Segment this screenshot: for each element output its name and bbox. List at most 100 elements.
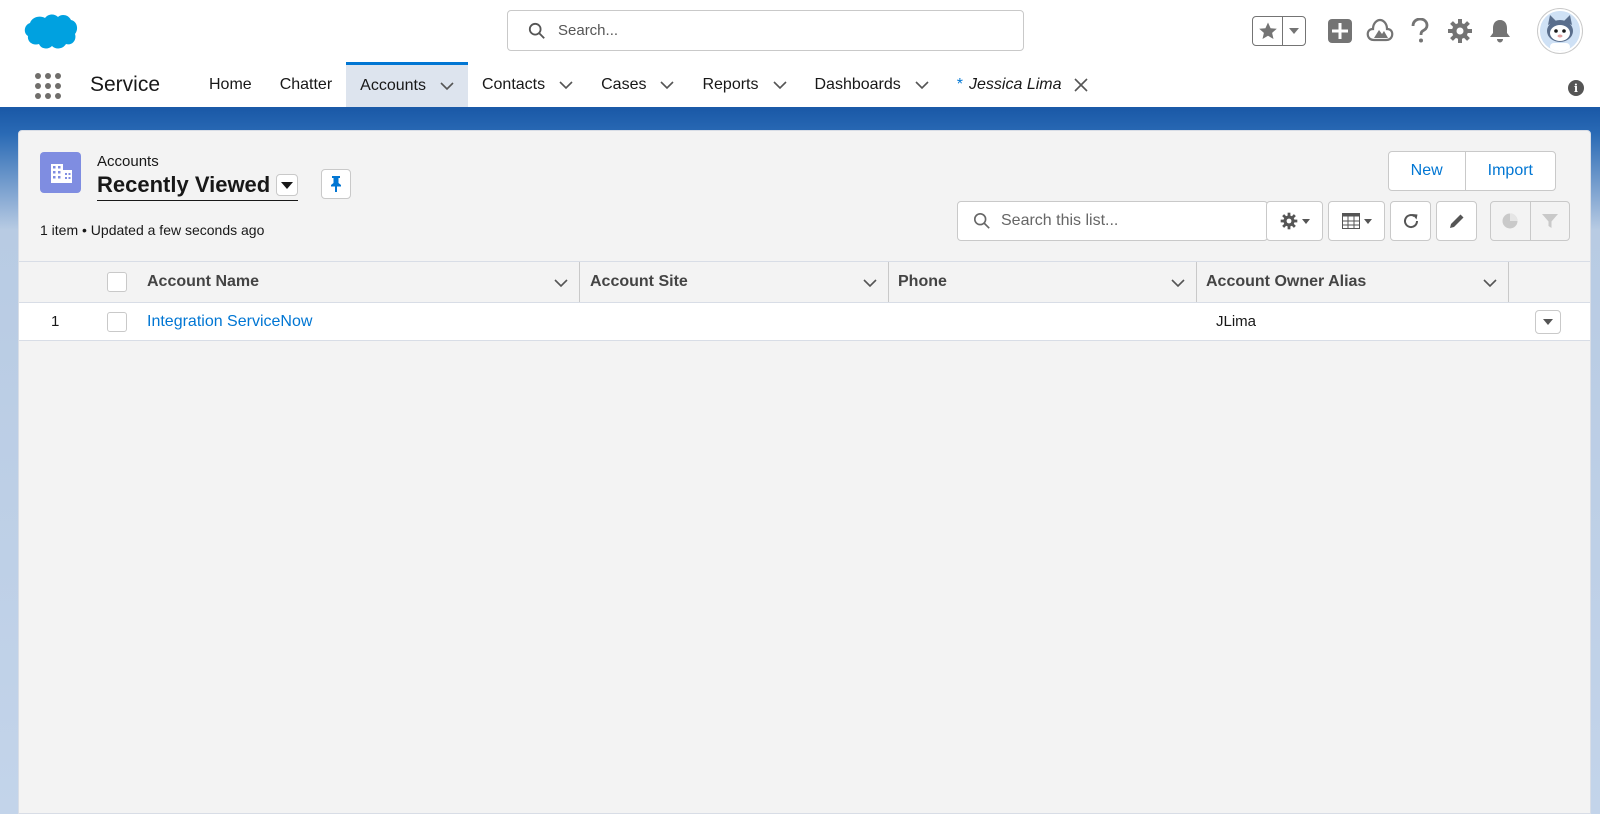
bell-icon [1490, 20, 1510, 43]
tab-jessica-lima[interactable]: * Jessica Lima [943, 62, 1102, 107]
list-view-controls-button[interactable] [1266, 201, 1323, 241]
select-all-checkbox[interactable] [107, 272, 127, 292]
salesforce-logo[interactable] [22, 12, 78, 50]
column-divider[interactable] [1196, 262, 1197, 302]
checkbox[interactable] [107, 272, 127, 292]
chevron-down-icon[interactable] [1170, 275, 1186, 291]
column-header-account-site[interactable]: Account Site [590, 262, 888, 302]
row-actions-button[interactable] [1535, 310, 1561, 334]
tab-label: Chatter [279, 75, 333, 93]
favorites-list-button[interactable] [1283, 17, 1305, 45]
chevron-down-icon[interactable] [553, 275, 569, 291]
tab-cases[interactable]: Cases [587, 62, 688, 107]
import-button[interactable]: Import [1464, 152, 1555, 190]
close-icon[interactable] [1073, 77, 1088, 92]
tab-dashboards[interactable]: Dashboards [801, 62, 943, 107]
tab-label: Cases [601, 75, 647, 93]
tab-label: Accounts [360, 77, 426, 94]
refresh-icon [1403, 214, 1418, 229]
gear-icon [1448, 19, 1472, 43]
pin-icon [331, 176, 341, 192]
charts-button[interactable] [1491, 202, 1530, 240]
app-launcher-icon[interactable] [33, 71, 63, 101]
account-object-icon [40, 152, 81, 193]
tab-label: Jessica Lima [969, 75, 1062, 93]
tab-accounts[interactable]: Accounts [346, 62, 468, 107]
column-header-account-owner-alias[interactable]: Account Owner Alias [1206, 262, 1508, 302]
info-icon[interactable]: i [1568, 80, 1584, 96]
caret-down-icon [1543, 319, 1553, 325]
column-divider[interactable] [579, 262, 580, 302]
list-view-title: Recently Viewed [97, 171, 271, 197]
astro-avatar-icon [1540, 11, 1580, 51]
row-checkbox[interactable] [107, 312, 127, 332]
global-search-input[interactable]: Search... [507, 10, 1024, 51]
help-button[interactable] [1405, 16, 1435, 46]
chevron-down-icon[interactable] [660, 78, 675, 92]
chevron-down-icon[interactable] [559, 78, 573, 92]
building-icon [50, 163, 72, 183]
column-label: Account Name [147, 273, 260, 290]
column-label: Phone [898, 273, 947, 290]
column-header-account-name[interactable]: Account Name [147, 262, 579, 302]
refresh-button[interactable] [1390, 201, 1431, 241]
chevron-down-icon[interactable] [772, 78, 787, 92]
plus-icon [1328, 19, 1352, 43]
search-icon [528, 22, 545, 39]
table-icon [1341, 213, 1360, 229]
edit-list-button[interactable] [1436, 201, 1477, 241]
favorites-button-group [1252, 16, 1306, 46]
new-button[interactable]: New [1389, 152, 1465, 190]
star-icon [1258, 22, 1277, 39]
search-list-input[interactable]: Search this list... [957, 201, 1268, 241]
tab-label: Reports [702, 75, 759, 93]
tab-label: Dashboards [814, 75, 901, 93]
list-actions-button-group: New Import [1387, 151, 1556, 191]
chart-filter-button-group [1490, 201, 1570, 241]
pin-list-view-button[interactable] [321, 169, 351, 199]
help-icon [1411, 18, 1429, 43]
setup-button[interactable] [1445, 16, 1475, 46]
header-utility-icons [1252, 6, 1582, 56]
search-icon [973, 212, 990, 229]
display-as-button[interactable] [1328, 201, 1385, 241]
tab-contacts[interactable]: Contacts [468, 62, 587, 107]
app-name: Service [90, 73, 161, 96]
chevron-down-icon[interactable] [1482, 275, 1498, 291]
caret-down-icon [281, 181, 294, 189]
column-label: Account Site [590, 273, 688, 290]
chevron-down-icon[interactable] [440, 79, 454, 93]
trailhead-icon [1366, 18, 1394, 42]
pencil-icon [1449, 214, 1463, 228]
tab-chatter[interactable]: Chatter [266, 62, 346, 107]
chevron-down-icon[interactable] [862, 275, 878, 291]
search-list-placeholder: Search this list... [1001, 212, 1119, 229]
filter-button[interactable] [1529, 202, 1570, 240]
caret-down-icon [1289, 28, 1299, 34]
table-header: Account Name Account Site Phone Account … [19, 261, 1590, 303]
tab-label: Contacts [481, 75, 546, 93]
tab-home[interactable]: Home [195, 62, 266, 107]
list-meta-status: 1 item • Updated a few seconds ago [40, 222, 265, 238]
column-divider[interactable] [888, 262, 889, 302]
column-divider[interactable] [1508, 262, 1509, 302]
user-avatar[interactable] [1538, 9, 1582, 53]
caret-down-icon [1301, 219, 1310, 224]
list-view-selector[interactable]: Recently Viewed [97, 171, 299, 201]
column-header-phone[interactable]: Phone [898, 262, 1196, 302]
gear-icon [1280, 212, 1297, 230]
global-actions-button[interactable] [1325, 16, 1355, 46]
column-label: Account Owner Alias [1206, 273, 1367, 290]
unsaved-marker: * [956, 75, 964, 93]
list-view-dropdown[interactable] [276, 173, 299, 196]
trailhead-button[interactable] [1365, 16, 1395, 46]
chevron-down-icon[interactable] [915, 78, 929, 92]
list-view-card: Accounts Recently Viewed New Import 1 it… [18, 130, 1591, 814]
favorites-button[interactable] [1253, 17, 1283, 45]
tab-reports[interactable]: Reports [688, 62, 800, 107]
app-navigation-bar: Service Home Chatter Accounts Contacts C… [0, 62, 1600, 110]
notifications-button[interactable] [1485, 16, 1515, 46]
tab-label: Home [209, 75, 252, 93]
account-name-link[interactable]: Integration ServiceNow [147, 313, 312, 331]
owner-alias: JLima [1216, 313, 1257, 330]
